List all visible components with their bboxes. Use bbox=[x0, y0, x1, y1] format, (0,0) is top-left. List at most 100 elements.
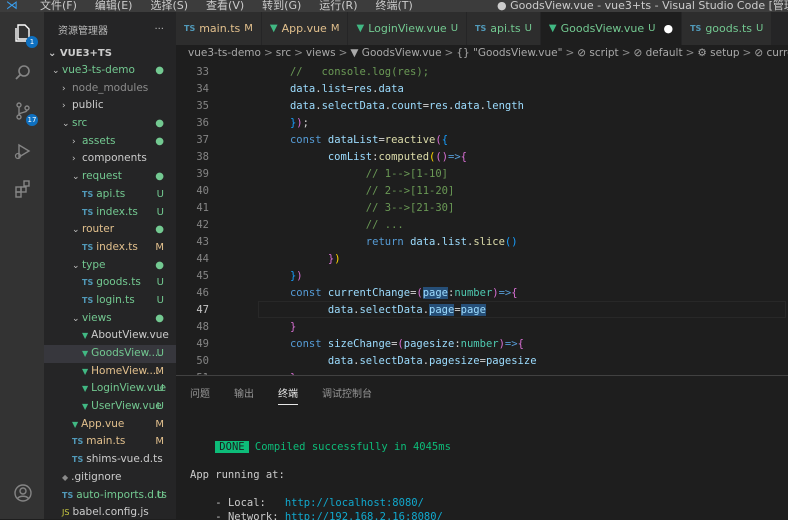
menu-selection[interactable]: 选择(S) bbox=[150, 0, 188, 12]
menu-edit[interactable]: 编辑(E) bbox=[95, 0, 133, 12]
more-actions-icon[interactable]: ··· bbox=[154, 24, 164, 35]
tree-item[interactable]: › node_modules bbox=[44, 80, 176, 98]
chevron-down-icon: ⌄ bbox=[72, 313, 80, 324]
editor-tab[interactable]: ▼ LoginView.vue U bbox=[348, 12, 468, 45]
tab-problems[interactable]: 问题 bbox=[190, 385, 210, 400]
tree-item[interactable]: ⌄ request ● bbox=[44, 168, 176, 186]
breadcrumb-item[interactable]: ⚙ setup bbox=[697, 47, 739, 59]
code-token: // 2-->[11-20] bbox=[365, 185, 455, 197]
code-token: => bbox=[448, 151, 461, 163]
tree-item[interactable]: ⌄ router ● bbox=[44, 221, 176, 239]
code-line[interactable]: 37 const dataList=reactive({ bbox=[176, 132, 448, 149]
tree-item[interactable]: › public bbox=[44, 97, 176, 115]
vue-file-icon: ▼ bbox=[548, 23, 557, 34]
explorer-header: 资源管理器 ··· bbox=[44, 12, 176, 46]
editor-tab[interactable]: TS goods.ts U bbox=[682, 12, 773, 45]
tree-item[interactable]: ◆ .gitignore bbox=[44, 469, 176, 487]
search-icon[interactable] bbox=[12, 62, 34, 84]
unsaved-dot-icon[interactable]: ● bbox=[663, 22, 673, 35]
editor-tab[interactable]: TS api.ts U bbox=[467, 12, 541, 45]
tree-item[interactable]: ⌄ type ● bbox=[44, 257, 176, 275]
menu-go[interactable]: 转到(G) bbox=[262, 0, 301, 12]
tree-item[interactable]: TS api.ts U bbox=[44, 186, 176, 204]
code-line[interactable]: 34 data.list=res.data bbox=[176, 81, 403, 98]
menu-file[interactable]: 文件(F) bbox=[40, 0, 77, 12]
code-token: } bbox=[289, 321, 297, 333]
menu-run[interactable]: 运行(R) bbox=[319, 0, 357, 12]
terminal-network-line: - Network: http://192.168.2.16:8080/ bbox=[190, 496, 443, 520]
code-line[interactable]: 47 data.selectData.page=page bbox=[176, 301, 786, 319]
code-line[interactable]: 43 return data.list.slice() bbox=[176, 234, 518, 251]
editor-tab[interactable]: ▼ App.vue M bbox=[261, 12, 349, 45]
tree-item[interactable]: TS index.ts U bbox=[44, 204, 176, 222]
tree-item[interactable]: ▼ AboutView.vue bbox=[44, 327, 176, 345]
tree-item-label: index.ts bbox=[96, 205, 138, 218]
tree-item-label: login.ts bbox=[96, 293, 135, 306]
code-token: pagesize bbox=[429, 355, 480, 367]
tree-item[interactable]: ▼ HomeView.... M bbox=[44, 363, 176, 381]
code-line[interactable]: 41 // 3-->[21-30] bbox=[176, 200, 454, 217]
code-token: => bbox=[498, 287, 512, 299]
menu-view[interactable]: 查看(V) bbox=[206, 0, 244, 12]
breadcrumb-item[interactable]: src bbox=[276, 47, 291, 59]
code-editor[interactable]: 33 // console.log(res); 34 data.list=res.… bbox=[176, 62, 788, 375]
breadcrumb-item[interactable]: ⊘ script bbox=[577, 47, 618, 59]
breadcrumb-item[interactable]: {} "GoodsView.vue" bbox=[456, 47, 562, 59]
code-line[interactable]: 36 }); bbox=[176, 115, 309, 132]
code-line[interactable]: 35 data.selectData.count=res.data.length bbox=[176, 98, 524, 115]
code-token: { bbox=[511, 287, 518, 299]
code-line[interactable]: 49 const sizeChange=(pagesize:number)=>{ bbox=[176, 336, 524, 353]
code-line[interactable]: 48 } bbox=[176, 319, 296, 336]
tree-item[interactable]: › components bbox=[44, 150, 176, 168]
code-line[interactable]: 40 // 2-->[11-20] bbox=[176, 183, 454, 200]
tree-item[interactable]: TS index.ts M bbox=[44, 239, 176, 257]
tree-item[interactable]: ⌄ src ● bbox=[44, 115, 176, 133]
code-token: number bbox=[460, 338, 499, 350]
editor-tabs: TS main.ts M ▼ App.vue M ▼ LoginView.vue U TS api.… bbox=[176, 12, 788, 45]
code-line[interactable]: 39 // 1-->[1-10] bbox=[176, 166, 448, 183]
line-number: 50 bbox=[196, 355, 209, 367]
workspace-folder[interactable]: ⌄ VUE3+TS bbox=[44, 46, 176, 62]
breadcrumb-item[interactable]: views bbox=[306, 47, 336, 59]
tree-item[interactable]: TS goods.ts U bbox=[44, 274, 176, 292]
tree-item[interactable]: TS login.ts U bbox=[44, 292, 176, 310]
tree-item[interactable]: TS main.ts M bbox=[44, 433, 176, 451]
code-line[interactable]: 45 }) bbox=[176, 268, 302, 285]
breadcrumb-item[interactable]: ▼ GoodsView.vue bbox=[350, 47, 441, 59]
tree-item[interactable]: › assets ● bbox=[44, 133, 176, 151]
code-line[interactable]: 33 // console.log(res); bbox=[176, 64, 429, 81]
code-line[interactable]: 44 }) bbox=[176, 251, 340, 268]
tab-git-status: U bbox=[450, 23, 459, 34]
code-token: () bbox=[504, 236, 518, 248]
tab-debug-console[interactable]: 调试控制台 bbox=[322, 385, 372, 400]
panel-tabs: 问题 输出 终端 调试控制台 bbox=[176, 376, 788, 408]
code-line[interactable]: 46 const currentChange=(page:number)=>{ bbox=[176, 285, 518, 302]
account-icon[interactable] bbox=[12, 482, 34, 504]
breadcrumb-item[interactable]: ⊘ default bbox=[634, 47, 683, 59]
tree-item[interactable]: TS auto-imports.d.ts U bbox=[44, 487, 176, 505]
code-line[interactable]: 42 // ... bbox=[176, 217, 403, 234]
editor-tab[interactable]: TS main.ts M bbox=[176, 12, 262, 45]
source-control-icon[interactable]: 17 bbox=[12, 100, 38, 126]
code-token: currentChange bbox=[327, 287, 411, 299]
code-line[interactable]: 38 comList:computed(()=>{ bbox=[176, 149, 467, 166]
code-line[interactable]: 50 data.selectData.pagesize=pagesize bbox=[176, 353, 536, 370]
tab-terminal[interactable]: 终端 bbox=[278, 385, 298, 405]
tree-item[interactable]: TS shims-vue.d.ts bbox=[44, 451, 176, 469]
tree-item[interactable]: ▼ GoodsView.... U bbox=[44, 345, 176, 363]
menu-terminal[interactable]: 终端(T) bbox=[376, 0, 413, 12]
files-icon[interactable]: 1 bbox=[12, 22, 38, 48]
tree-item[interactable]: ▼ App.vue M bbox=[44, 416, 176, 434]
tree-item[interactable]: ▼ UserView.vue U bbox=[44, 398, 176, 416]
breadcrumb-item[interactable]: ⊘ currentChange bbox=[754, 47, 788, 59]
tree-item[interactable]: ⌄ vue3-ts-demo ● bbox=[44, 62, 176, 80]
breadcrumb-item[interactable]: vue3-ts-demo bbox=[188, 47, 261, 59]
run-debug-icon[interactable] bbox=[12, 140, 34, 162]
typescript-file-icon: TS bbox=[690, 24, 702, 33]
extensions-icon[interactable] bbox=[12, 178, 34, 200]
tree-item[interactable]: ⌄ views ● bbox=[44, 310, 176, 328]
tree-item[interactable]: JS babel.config.js bbox=[44, 504, 176, 519]
editor-tab[interactable]: ▼ GoodsView.vue U ● bbox=[540, 12, 683, 45]
tab-output[interactable]: 输出 bbox=[234, 385, 254, 400]
tree-item[interactable]: ▼ LoginView.vue U bbox=[44, 380, 176, 398]
